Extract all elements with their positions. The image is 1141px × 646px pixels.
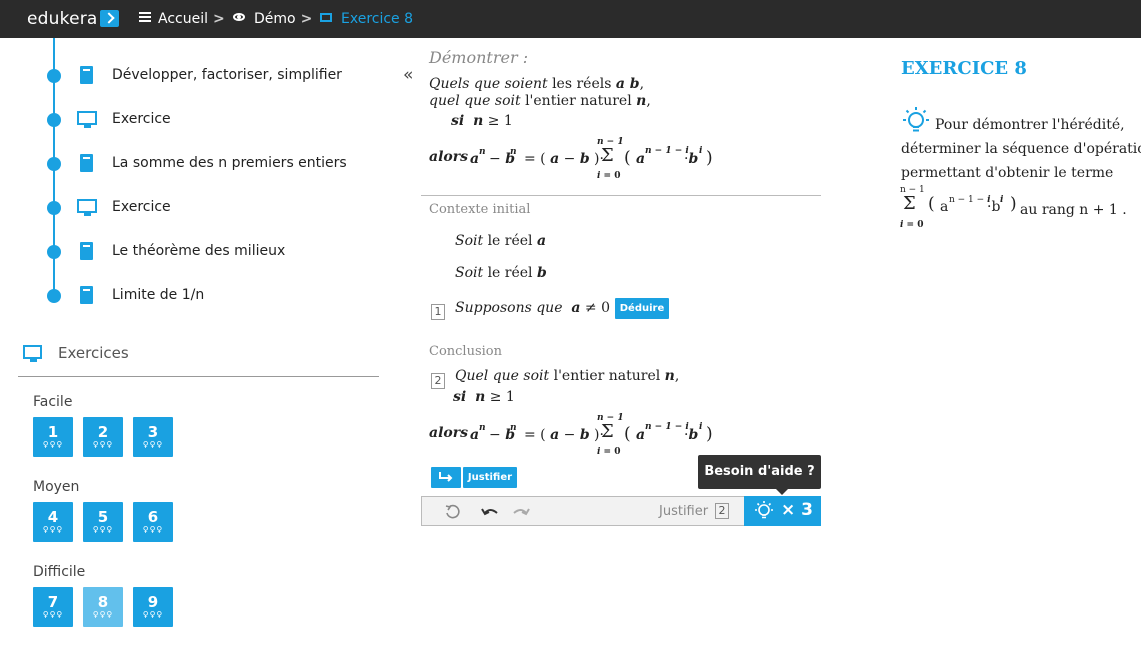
level-label-moyen: Moyen: [33, 479, 80, 495]
sidebar-item-milieux[interactable]: Le théorème des milieux: [47, 242, 387, 262]
menu-icon: [139, 10, 151, 24]
return-arrow-icon: [439, 472, 453, 482]
conclusion-title: Conclusion: [429, 344, 502, 359]
hint-text-line-1: Pour démontrer l'hérédité,: [935, 117, 1125, 133]
sidebar-item-exercice-2[interactable]: Exercice: [47, 198, 387, 218]
exercise-tile-9[interactable]: 9 ♀♀♀: [133, 587, 173, 627]
lightbulb-icon: [755, 501, 773, 519]
undo-icon[interactable]: [480, 505, 500, 519]
context-title: Contexte initial: [429, 202, 531, 217]
timeline-dot: [47, 157, 61, 171]
hint-text-line-2: déterminer la séquence d'opérations: [901, 141, 1141, 157]
top-bar: edukera Accueil > Démo > Exercice 8: [0, 0, 1141, 38]
justifier-button[interactable]: Justifier: [463, 467, 517, 488]
exercise-tile-1[interactable]: 1 ♀♀♀: [33, 417, 73, 457]
conclusion-formula: alors a n − b n = ( a − b )· n − 1 Σ i =…: [429, 413, 713, 457]
bulb-rating-icon: ♀♀♀: [92, 525, 114, 534]
level-label-facile: Facile: [33, 394, 73, 410]
timeline-dot: [47, 201, 61, 215]
redo-icon[interactable]: [511, 505, 531, 519]
eye-icon: [233, 13, 245, 21]
breadcrumb-exercice[interactable]: Exercice 8: [320, 11, 413, 27]
bulb-rating-icon: ♀♀♀: [142, 440, 164, 449]
statement-line-1: Quels que soient les réels a b,: [429, 76, 645, 92]
statement-line-2: quel que soit l'entier naturel n,: [429, 93, 651, 109]
divider: [18, 376, 379, 377]
exercise-tile-6[interactable]: 6 ♀♀♀: [133, 502, 173, 542]
book-icon: [77, 242, 93, 260]
exercise-tile-7[interactable]: 7 ♀♀♀: [33, 587, 73, 627]
exercise-tile-2[interactable]: 2 ♀♀♀: [83, 417, 123, 457]
toolbar-justifier-label[interactable]: Justifier: [659, 504, 708, 519]
context-soit-a: Soit le réel a: [455, 233, 547, 249]
exercise-title: EXERCICE 8: [901, 58, 1027, 79]
exercise-tile-5[interactable]: 5 ♀♀♀: [83, 502, 123, 542]
bulb-rating-icon: ♀♀♀: [142, 525, 164, 534]
sidebar-item-label: Exercice: [112, 111, 171, 127]
monitor-icon: [320, 12, 332, 22]
sidebar-item-label: La somme des n premiers entiers: [112, 155, 347, 171]
monitor-icon: [77, 198, 97, 216]
collapse-sidebar-button[interactable]: «: [403, 65, 413, 85]
sidebar-item-developper[interactable]: Développer, factoriser, simplifier: [47, 66, 387, 86]
sidebar-item-somme[interactable]: La somme des n premiers entiers: [47, 154, 387, 174]
bulb-rating-icon: ♀♀♀: [92, 440, 114, 449]
sidebar-item-label: Le théorème des milieux: [112, 243, 286, 259]
bulb-rating-icon: ♀♀♀: [42, 525, 64, 534]
bulb-rating-icon: ♀♀♀: [42, 610, 64, 619]
return-arrow-button[interactable]: [431, 467, 461, 488]
sidebar-item-limite[interactable]: Limite de 1/n: [47, 286, 387, 306]
divider: [421, 195, 821, 196]
bulb-rating-icon: ♀♀♀: [92, 610, 114, 619]
hint-button[interactable]: × 3: [744, 496, 821, 526]
toolbar-step-number: 2: [715, 503, 729, 519]
help-tooltip: Besoin d'aide ?: [698, 455, 821, 495]
book-icon: [77, 286, 93, 304]
context-soit-b: Soit le réel b: [455, 265, 547, 281]
logo-arrow-icon: [99, 10, 119, 27]
statement-condition: si n ≥ 1: [451, 113, 513, 129]
proof-heading: Démontrer :: [429, 48, 529, 67]
step-number: 1: [431, 300, 445, 320]
timeline-dot: [47, 69, 61, 83]
sidebar-item-label: Exercice: [112, 199, 171, 215]
reset-icon[interactable]: [444, 504, 460, 520]
conclusion-line-1: Quel que soit l'entier naturel n,: [455, 368, 680, 384]
bulb-rating-icon: ♀♀♀: [142, 610, 164, 619]
breadcrumb-demo[interactable]: Démo >: [233, 11, 312, 27]
hint-formula: n − 1 Σ i = 0 ( a n − 1 − i ·b i ) au ra…: [900, 185, 1127, 230]
monitor-icon: [23, 345, 42, 362]
conclusion-condition: si n ≥ 1: [453, 389, 515, 405]
sidebar-item-label: Limite de 1/n: [112, 287, 205, 303]
goal-formula: alors a n − b n = ( a − b )· n − 1 Σ i =…: [429, 137, 713, 181]
timeline-dot: [47, 113, 61, 127]
exercise-tile-8-active[interactable]: 8 ♀♀♀: [83, 587, 123, 627]
book-icon: [77, 154, 93, 172]
sidebar-item-exercice-1[interactable]: Exercice: [47, 110, 387, 130]
level-label-difficile: Difficile: [33, 564, 86, 580]
bulb-rating-icon: ♀♀♀: [42, 440, 64, 449]
breadcrumb-accueil[interactable]: Accueil >: [139, 11, 225, 27]
exercise-tile-3[interactable]: 3 ♀♀♀: [133, 417, 173, 457]
step-supposons: Supposons que a ≠ 0: [455, 300, 611, 316]
monitor-icon: [77, 110, 97, 128]
step-number: 2: [431, 369, 445, 389]
timeline-dot: [47, 245, 61, 259]
sidebar-item-label: Développer, factoriser, simplifier: [112, 67, 342, 83]
book-icon: [77, 66, 93, 84]
hint-text-line-3: permettant d'obtenir le terme: [901, 165, 1114, 181]
exercise-tile-4[interactable]: 4 ♀♀♀: [33, 502, 73, 542]
logo[interactable]: edukera: [27, 9, 119, 29]
lightbulb-icon: [903, 107, 929, 132]
timeline-dot: [47, 289, 61, 303]
deduire-button[interactable]: Déduire: [615, 298, 669, 319]
hints-count: × 3: [781, 500, 813, 520]
